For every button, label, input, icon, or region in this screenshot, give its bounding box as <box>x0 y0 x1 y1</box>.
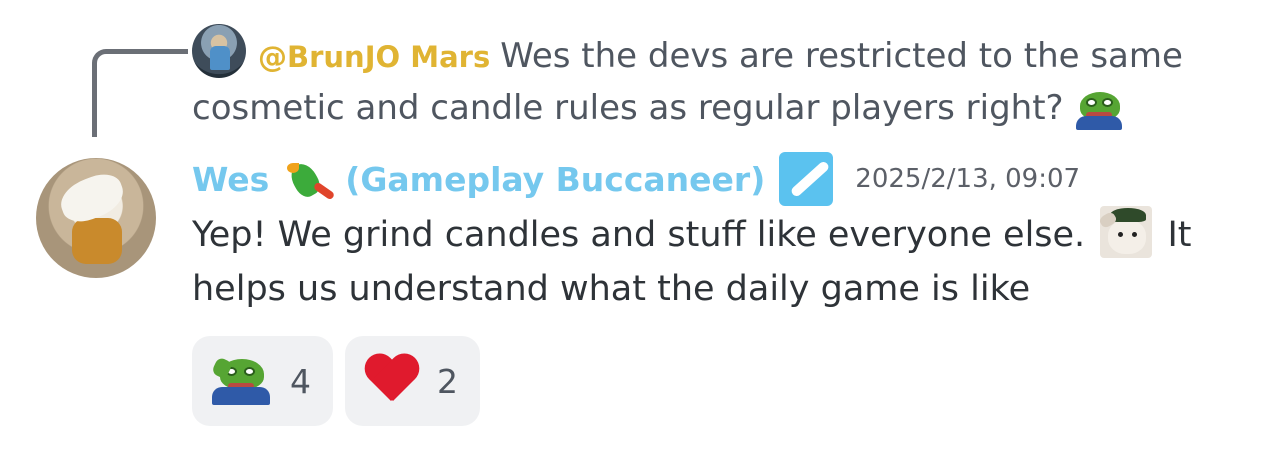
reaction-red-heart[interactable]: 2 <box>345 336 480 426</box>
reaction-count: 2 <box>437 361 458 401</box>
reply-connector-line <box>92 49 188 137</box>
red-heart-emoji <box>363 355 419 407</box>
reaction-pepe-salute[interactable]: 4 <box>192 336 333 426</box>
reaction-count: 4 <box>290 361 311 401</box>
parrot-emoji <box>283 157 336 201</box>
pepe-salute-emoji <box>210 356 272 405</box>
message-timestamp[interactable]: 2025/2/13, 09:07 <box>855 164 1080 194</box>
feather-badge-icon[interactable] <box>779 152 834 206</box>
message-header: Wes (Gameplay Buccaneer) 2025/2/13, 09:0… <box>192 152 1080 206</box>
author-avatar[interactable] <box>36 158 156 278</box>
reply-text-line2-row: cosmetic and candle rules as regular pla… <box>192 82 1192 134</box>
reply-preview-text[interactable]: @BrunJO Mars Wes the devs are restricted … <box>192 30 1248 130</box>
cat-salute-emoji <box>1100 206 1153 258</box>
reply-author-name[interactable]: @BrunJO Mars <box>258 40 490 74</box>
reply-author-avatar[interactable] <box>192 24 246 78</box>
author-role-title[interactable]: (Gameplay Buccaneer) <box>345 160 765 199</box>
reply-text-line2: cosmetic and candle rules as regular pla… <box>192 88 1064 128</box>
reaction-bar: 4 2 <box>192 336 480 426</box>
reply-text-line1: Wes the devs are restricted to the same <box>500 36 1183 76</box>
message-text-line2: helps us understand what the daily game … <box>192 269 1031 309</box>
pepe-peek-emoji <box>1074 90 1124 130</box>
author-name[interactable]: Wes <box>192 160 269 199</box>
message-text-part1: Yep! We grind candles and stuff like eve… <box>192 215 1086 255</box>
message-body: Yep! We grind candles and stuff like eve… <box>192 206 1232 316</box>
message-text-part2: It <box>1156 215 1192 255</box>
